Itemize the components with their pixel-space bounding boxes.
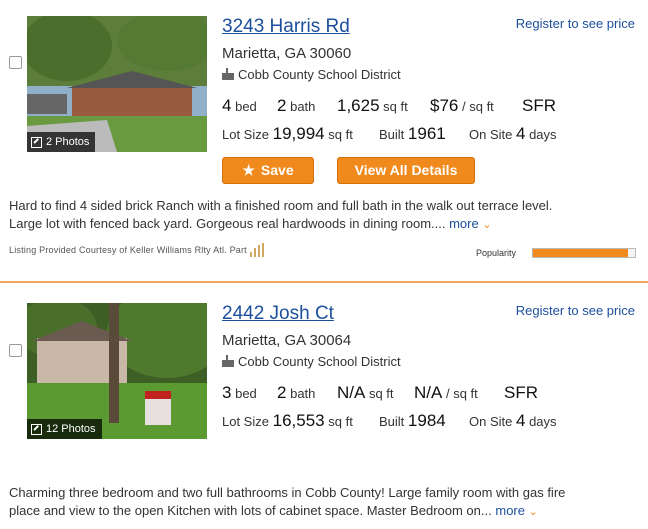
baths-value: 2 <box>277 383 287 402</box>
select-checkbox[interactable] <box>9 56 22 69</box>
more-label: more <box>495 503 525 518</box>
built-label: Built <box>379 414 405 429</box>
listing-stats-row: 3 bed 2 bath N/A sq ft N/A / sq ft SFR <box>222 383 622 407</box>
listing-stats-row-2: Lot Size 19,994 sq ft Built 1961 On Site… <box>222 124 622 148</box>
built-value: 1961 <box>407 124 446 143</box>
onsite-unit: days <box>529 414 557 429</box>
chevron-down-icon: ⌄ <box>482 219 492 231</box>
star-icon: ★ <box>242 162 255 178</box>
expand-icon <box>31 423 42 435</box>
beds-value: 3 <box>222 383 232 402</box>
price-sqft-label: / sq ft <box>462 99 494 114</box>
lot-label: Lot Size <box>222 414 269 429</box>
save-label: Save <box>260 162 294 178</box>
listing-divider <box>0 281 648 283</box>
school-name: Cobb County School District <box>238 354 401 369</box>
sqft-label: sq ft <box>383 99 408 114</box>
listing-city: Marietta, GA 30060 <box>222 45 352 62</box>
more-link[interactable]: more ⌄ <box>449 216 491 231</box>
chevron-down-icon: ⌄ <box>528 506 538 518</box>
onsite-label: On Site <box>469 127 513 142</box>
view-details-button[interactable]: View All Details <box>337 157 475 184</box>
popularity-label: Popularity <box>476 248 517 258</box>
save-button[interactable]: ★ Save <box>222 157 314 184</box>
lot-unit: sq ft <box>328 127 353 142</box>
view-details-label: View All Details <box>354 162 458 178</box>
price-sqft-value: N/A <box>414 383 443 402</box>
baths-label: bath <box>290 386 316 401</box>
more-link[interactable]: more ⌄ <box>495 503 537 518</box>
onsite-value: 4 <box>515 124 526 143</box>
listing-address-link[interactable]: 3243 Harris Rd <box>222 16 350 38</box>
listing-description: Charming three bedroom and two full bath… <box>9 484 589 521</box>
popularity-bar <box>532 248 636 258</box>
baths-label: bath <box>290 99 316 114</box>
courtesy-text: Listing Provided Courtesy of Keller Will… <box>9 245 247 255</box>
baths-value: 2 <box>277 96 287 115</box>
register-price-link[interactable]: Register to see price <box>516 16 635 31</box>
property-type: SFR <box>522 96 556 115</box>
photo-count: 12 Photos <box>46 423 96 435</box>
photo-count-badge: 12 Photos <box>27 419 102 439</box>
broker-logo-icon <box>249 243 267 257</box>
school-district[interactable]: Cobb County School District <box>222 354 401 369</box>
school-name: Cobb County School District <box>238 67 401 82</box>
beds-value: 4 <box>222 96 232 115</box>
listing-stats-row: 4 bed 2 bath 1,625 sq ft $76 / sq ft SFR <box>222 96 622 120</box>
sqft-label: sq ft <box>368 386 394 401</box>
register-price-link[interactable]: Register to see price <box>516 303 635 318</box>
onsite-value: 4 <box>515 411 526 430</box>
listing-card: 12 Photos 2442 Josh Ct Register to see p… <box>0 288 648 529</box>
lot-label: Lot Size <box>222 127 269 142</box>
listing-city: Marietta, GA 30064 <box>222 332 352 349</box>
listing-card: 2 Photos 3243 Harris Rd Register to see … <box>0 0 648 281</box>
beds-label: bed <box>235 386 257 401</box>
school-icon <box>222 354 234 367</box>
property-type: SFR <box>504 383 538 402</box>
lot-value: 19,994 <box>272 124 325 143</box>
beds-label: bed <box>235 99 257 114</box>
sqft-value: N/A <box>337 383 366 402</box>
sqft-value: 1,625 <box>337 96 380 115</box>
listing-stats-row-2: Lot Size 16,553 sq ft Built 1984 On Site… <box>222 411 622 435</box>
listing-address-link[interactable]: 2442 Josh Ct <box>222 303 334 325</box>
listing-photo[interactable]: 12 Photos <box>27 303 207 439</box>
lot-unit: sq ft <box>328 414 353 429</box>
photo-count-badge: 2 Photos <box>27 132 96 152</box>
listing-courtesy: Listing Provided Courtesy of Keller Will… <box>9 243 267 257</box>
description-text: Charming three bedroom and two full bath… <box>9 485 566 518</box>
more-label: more <box>449 216 479 231</box>
school-district[interactable]: Cobb County School District <box>222 67 401 82</box>
onsite-label: On Site <box>469 414 513 429</box>
built-label: Built <box>379 127 405 142</box>
listing-description: Hard to find 4 sided brick Ranch with a … <box>9 197 589 234</box>
select-checkbox[interactable] <box>9 344 22 357</box>
price-sqft-label: / sq ft <box>445 386 478 401</box>
onsite-unit: days <box>529 127 557 142</box>
lot-value: 16,553 <box>272 411 325 430</box>
expand-icon <box>31 136 42 148</box>
popularity-fill <box>533 249 628 257</box>
photo-count: 2 Photos <box>46 136 90 148</box>
price-sqft-value: $76 <box>430 96 459 115</box>
built-value: 1984 <box>407 411 446 430</box>
listing-photo[interactable]: 2 Photos <box>27 16 207 152</box>
school-icon <box>222 67 234 80</box>
